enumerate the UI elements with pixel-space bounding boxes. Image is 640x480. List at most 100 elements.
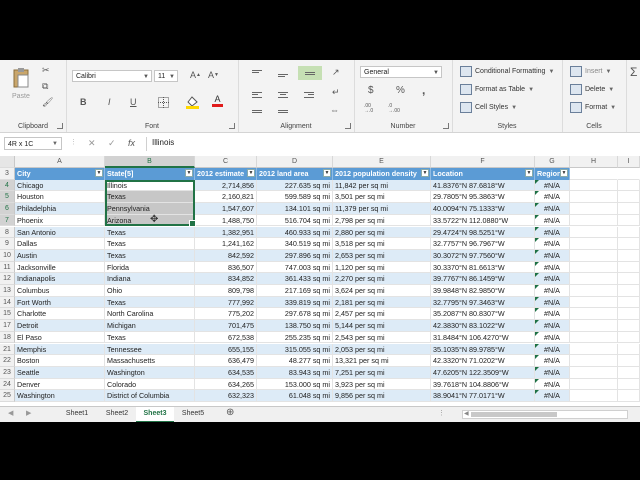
- delete-button[interactable]: Delete ▼: [570, 84, 614, 95]
- worksheet-grid[interactable]: ABCDEFGHI 3 City ▼ State[5] ▼ 2012 estimate ▼ 2…: [0, 156, 640, 405]
- cell-state[interactable]: Texas: [105, 331, 195, 344]
- empty-cell[interactable]: [618, 179, 640, 192]
- cell-est[interactable]: 809,798: [195, 285, 257, 297]
- cell-city[interactable]: Detroit: [15, 320, 105, 332]
- cell-area[interactable]: 138.750 sq mi: [257, 320, 333, 332]
- filter-dropdown-icon[interactable]: ▼: [560, 169, 568, 177]
- empty-cell[interactable]: [618, 273, 640, 285]
- sheet-tab-sheet1[interactable]: Sheet1: [58, 407, 96, 421]
- cell-dens[interactable]: 11,842 per sq mi: [333, 179, 431, 192]
- cell-loc[interactable]: 32.7795°N 97.3463°W: [431, 296, 535, 309]
- cell-area[interactable]: 340.519 sq mi: [257, 238, 333, 250]
- error-indicator-icon[interactable]: [535, 273, 539, 278]
- merge-center-icon[interactable]: ⇔: [330, 106, 339, 115]
- error-indicator-icon[interactable]: [535, 366, 539, 371]
- cell-loc[interactable]: 42.3320°N 71.0202°W: [431, 355, 535, 367]
- sum-icon[interactable]: Σ: [630, 66, 637, 78]
- cell-area[interactable]: 48.277 sq mi: [257, 355, 333, 367]
- tab-prev-icon[interactable]: ◀: [8, 409, 13, 417]
- cancel-icon[interactable]: ✕: [88, 138, 96, 149]
- bottom-align-button[interactable]: [298, 66, 322, 80]
- table-header-cell[interactable]: State[5] ▼: [105, 168, 195, 180]
- error-indicator-icon[interactable]: [535, 320, 539, 325]
- cell-loc[interactable]: 35.2087°N 80.8307°W: [431, 308, 535, 321]
- cell-styles-button[interactable]: Cell Styles ▼: [460, 102, 517, 113]
- cell-area[interactable]: 315.055 sq mi: [257, 343, 333, 356]
- cell-loc[interactable]: 47.6205°N 122.3509°W: [431, 366, 535, 379]
- cell-reg[interactable]: #N/A: [535, 285, 570, 297]
- cell-state[interactable]: Texas: [105, 191, 195, 204]
- name-box[interactable]: 4R x 1C ▼: [4, 137, 62, 150]
- row-header[interactable]: 3: [0, 168, 15, 180]
- empty-cell[interactable]: [618, 261, 640, 274]
- cell-state[interactable]: Ohio: [105, 285, 195, 297]
- cell-state[interactable]: Indiana: [105, 273, 195, 285]
- formula-input[interactable]: Illinois: [152, 138, 174, 147]
- error-indicator-icon[interactable]: [535, 238, 539, 243]
- empty-cell[interactable]: [618, 296, 640, 309]
- column-header-f[interactable]: F: [431, 156, 535, 168]
- cell-city[interactable]: Houston: [15, 191, 105, 204]
- cell-city[interactable]: Phoenix: [15, 214, 105, 227]
- cell-dens[interactable]: 3,923 per sq mi: [333, 378, 431, 391]
- top-align-icon[interactable]: [252, 68, 262, 75]
- tab-next-icon[interactable]: ▶: [26, 409, 31, 417]
- empty-cell[interactable]: [618, 191, 640, 204]
- row-header[interactable]: 17: [0, 320, 15, 332]
- cell-reg[interactable]: #N/A: [535, 179, 570, 192]
- cell-loc[interactable]: 32.7757°N 96.7967°W: [431, 238, 535, 250]
- row-header[interactable]: 21: [0, 343, 15, 356]
- filter-dropdown-icon[interactable]: ▼: [95, 169, 103, 177]
- fill-color-icon[interactable]: [186, 95, 199, 109]
- cell-area[interactable]: 339.819 sq mi: [257, 296, 333, 309]
- cell-reg[interactable]: #N/A: [535, 331, 570, 344]
- cell-dens[interactable]: 3,501 per sq mi: [333, 191, 431, 204]
- align-right-icon[interactable]: [304, 90, 314, 99]
- cell-loc[interactable]: 38.9041°N 77.0171°W: [431, 390, 535, 402]
- row-header[interactable]: 23: [0, 366, 15, 379]
- empty-cell[interactable]: [570, 355, 618, 367]
- row-header[interactable]: 18: [0, 331, 15, 344]
- cell-dens[interactable]: 13,321 per sq mi: [333, 355, 431, 367]
- empty-cell[interactable]: [618, 308, 640, 321]
- cell-city[interactable]: San Antonio: [15, 226, 105, 239]
- cell-loc[interactable]: 35.1035°N 89.9785°W: [431, 343, 535, 356]
- cell-reg[interactable]: #N/A: [535, 366, 570, 379]
- cell-est[interactable]: 842,592: [195, 249, 257, 262]
- cell-loc[interactable]: 30.3072°N 97.7560°W: [431, 249, 535, 262]
- column-header-a[interactable]: A: [15, 156, 105, 168]
- empty-cell[interactable]: [618, 378, 640, 391]
- cell-state[interactable]: District of Columbia: [105, 390, 195, 402]
- percent-button[interactable]: %: [396, 86, 405, 96]
- cell-loc[interactable]: 39.9848°N 82.9850°W: [431, 285, 535, 297]
- cell-area[interactable]: 61.048 sq mi: [257, 390, 333, 402]
- column-header-c[interactable]: C: [195, 156, 257, 168]
- error-indicator-icon[interactable]: [535, 226, 539, 231]
- cell-loc[interactable]: 42.3830°N 83.1022°W: [431, 320, 535, 332]
- cell-reg[interactable]: #N/A: [535, 343, 570, 356]
- row-header[interactable]: 14: [0, 296, 15, 309]
- empty-cell[interactable]: [618, 214, 640, 227]
- cell-reg[interactable]: #N/A: [535, 249, 570, 262]
- cell-dens[interactable]: 3,624 per sq mi: [333, 285, 431, 297]
- cell-est[interactable]: 1,488,750: [195, 214, 257, 227]
- empty-cell[interactable]: [570, 390, 618, 402]
- cell-state[interactable]: Colorado: [105, 378, 195, 391]
- borders-icon[interactable]: [158, 97, 169, 108]
- cell-area[interactable]: 747.003 sq mi: [257, 261, 333, 274]
- cell-area[interactable]: 460.933 sq mi: [257, 226, 333, 239]
- cell-city[interactable]: Memphis: [15, 343, 105, 356]
- cell-reg[interactable]: #N/A: [535, 355, 570, 367]
- filter-dropdown-icon[interactable]: ▼: [421, 169, 429, 177]
- empty-cell[interactable]: [570, 320, 618, 332]
- empty-cell[interactable]: [618, 390, 640, 402]
- cell-dens[interactable]: 2,798 per sq mi: [333, 214, 431, 227]
- empty-cell[interactable]: [618, 285, 640, 297]
- comma-button[interactable]: ,: [422, 84, 425, 96]
- filter-dropdown-icon[interactable]: ▼: [185, 169, 193, 177]
- cell-area[interactable]: 217.169 sq mi: [257, 285, 333, 297]
- column-header-h[interactable]: H: [570, 156, 618, 168]
- wrap-text-icon[interactable]: ↵: [332, 88, 340, 97]
- row-header[interactable]: 25: [0, 390, 15, 402]
- alignment-launcher-icon[interactable]: [345, 123, 351, 129]
